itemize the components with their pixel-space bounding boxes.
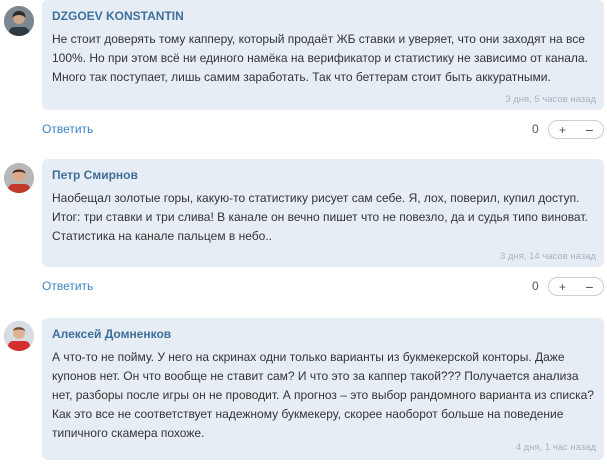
- comment-text: А что-то не пойму. У него на скринах одн…: [52, 350, 594, 440]
- minus-icon[interactable]: −: [576, 278, 603, 295]
- comment-text: Наобещал золотые горы, какую-то статисти…: [52, 191, 588, 243]
- comment-bubble: Петр Смирнов Наобещал золотые горы, каку…: [42, 159, 604, 267]
- comment-text: Не стоит доверять тому капперу, который …: [52, 32, 588, 84]
- comment-date: 3 дня, 5 часов назад: [505, 94, 596, 105]
- reply-link[interactable]: Ответить: [42, 122, 93, 136]
- vote-controls: + −: [548, 277, 604, 296]
- vote-score: 0: [532, 279, 539, 293]
- comment-actions: Ответить 0 + −: [42, 277, 604, 297]
- avatar-photo-icon: [4, 321, 34, 351]
- comment-author[interactable]: Алексей Домненков: [52, 327, 171, 341]
- vote-controls: + −: [548, 120, 604, 139]
- avatar-photo-icon: [4, 163, 34, 193]
- reply-link[interactable]: Ответить: [42, 279, 93, 293]
- vote-score: 0: [532, 122, 539, 136]
- comment-actions: Ответить 0 + −: [42, 120, 604, 140]
- plus-icon[interactable]: +: [549, 278, 576, 295]
- comment-author[interactable]: Петр Смирнов: [52, 168, 138, 182]
- plus-icon[interactable]: +: [549, 121, 576, 138]
- comment-date: 3 дня, 14 часов назад: [499, 251, 596, 262]
- avatar[interactable]: [4, 6, 34, 36]
- minus-icon[interactable]: −: [576, 121, 603, 138]
- avatar[interactable]: [4, 163, 34, 193]
- comment-author[interactable]: DZGOEV KONSTANTIN: [52, 9, 184, 23]
- comment-date: 4 дня, 1 час назад: [515, 442, 596, 453]
- avatar-photo-icon: [4, 6, 34, 36]
- avatar[interactable]: [4, 321, 34, 351]
- comment-bubble: Алексей Домненков А что-то не пойму. У н…: [42, 318, 604, 460]
- comment-bubble: DZGOEV KONSTANTIN Не стоит доверять тому…: [42, 0, 604, 110]
